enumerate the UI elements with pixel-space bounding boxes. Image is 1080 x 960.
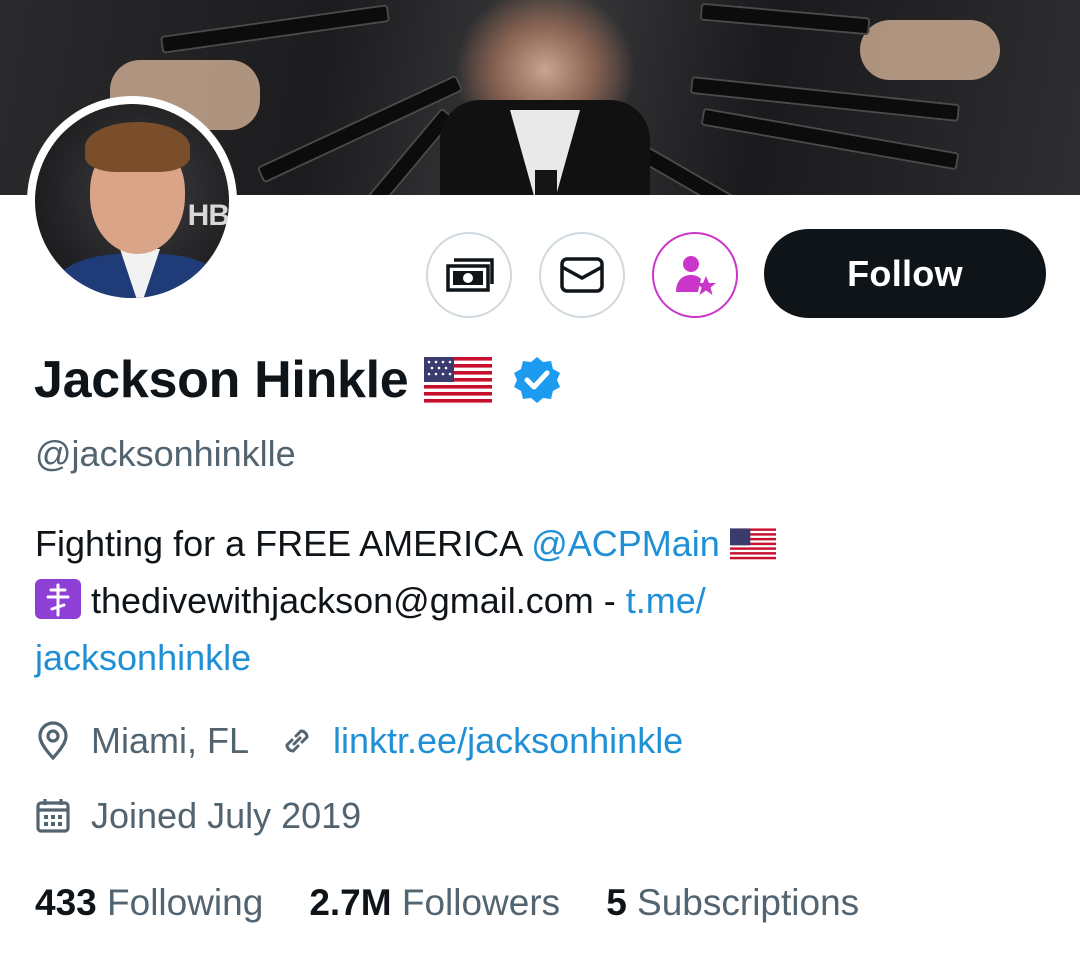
user-star-icon xyxy=(676,256,716,295)
bio-mention-link[interactable]: @ACPMain xyxy=(531,523,720,564)
verified-badge-icon[interactable] xyxy=(512,355,562,405)
link-icon xyxy=(285,729,309,753)
profile-name-row: Jackson Hinkle xyxy=(34,345,562,415)
following-label: Following xyxy=(107,882,264,923)
following-count: 433 xyxy=(35,882,97,923)
us-flag-icon xyxy=(424,357,493,403)
following-stat[interactable]: 433 Following xyxy=(35,882,263,924)
bio-text: Fighting for a FREE AMERICA xyxy=(35,523,522,564)
us-flag-icon xyxy=(729,528,776,560)
subscriptions-count: 5 xyxy=(606,882,627,923)
bio-line-3: jacksonhinkle xyxy=(35,629,1035,686)
profile-avatar[interactable]: HB xyxy=(27,96,237,306)
followers-stat[interactable]: 2.7M Followers xyxy=(309,882,560,924)
bio-telegram-link[interactable]: t.me/ xyxy=(626,580,706,621)
bio-line-1: Fighting for a FREE AMERICA @ACPMain xyxy=(35,515,1035,572)
profile-website-link[interactable]: linktr.ee/jacksonhinkle xyxy=(333,720,683,762)
profile-joined-date: Joined July 2019 xyxy=(91,795,362,836)
bio-telegram-link-continued[interactable]: jacksonhinkle xyxy=(35,637,251,678)
followers-count: 2.7M xyxy=(309,882,392,923)
profile-meta-row: Miami, FL linktr.ee/jacksonhinkle xyxy=(35,720,683,762)
orthodox-cross-icon xyxy=(35,579,81,619)
profile-handle: @jacksonhinklle xyxy=(35,433,296,474)
calendar-icon xyxy=(36,799,70,833)
subscriptions-stat[interactable]: 5 Subscriptions xyxy=(606,882,859,924)
followers-label: Followers xyxy=(401,882,561,923)
location-pin-icon xyxy=(38,721,68,761)
bio-email: thedivewithjackson@gmail.com - xyxy=(91,580,616,621)
mail-icon xyxy=(560,257,604,293)
profile-bio: Fighting for a FREE AMERICA @ACPMain the… xyxy=(35,515,1035,686)
profile-location: Miami, FL xyxy=(91,720,250,761)
profile-name: Jackson Hinkle xyxy=(34,351,409,409)
message-button[interactable] xyxy=(539,232,625,318)
profile-joined-row: Joined July 2019 xyxy=(35,795,361,837)
tip-button[interactable] xyxy=(426,232,512,318)
money-icon xyxy=(446,258,494,292)
follow-button[interactable]: Follow xyxy=(764,229,1046,318)
subscriptions-label: Subscriptions xyxy=(637,882,860,923)
profile-stats: 433 Following 2.7M Followers 5 Subscript… xyxy=(35,882,905,924)
bio-line-2: thedivewithjackson@gmail.com - t.me/ xyxy=(35,572,1035,629)
subscribe-button[interactable] xyxy=(652,232,738,318)
